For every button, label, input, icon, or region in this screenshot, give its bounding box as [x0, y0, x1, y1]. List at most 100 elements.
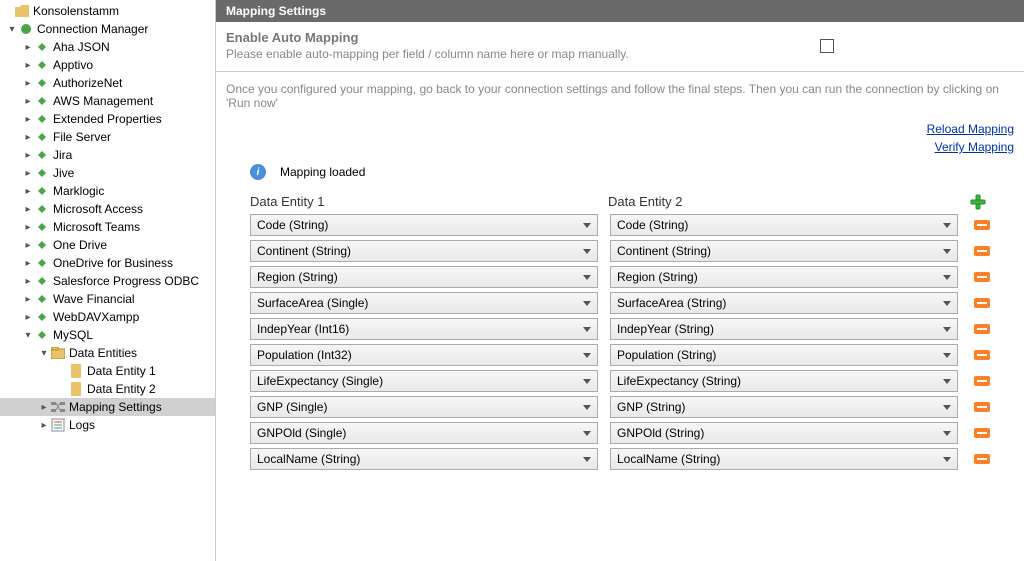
remove-mapping-button[interactable] — [974, 376, 990, 386]
tree-connection-manager[interactable]: Connection Manager — [0, 20, 215, 38]
plug-icon — [34, 147, 50, 163]
sidebar-item[interactable]: Wave Financial — [0, 290, 215, 308]
sidebar-tree[interactable]: Konsolenstamm Connection Manager Aha JSO… — [0, 0, 216, 561]
remove-mapping-button[interactable] — [974, 324, 990, 334]
target-field-select[interactable]: LifeExpectancy (String) — [610, 370, 958, 392]
reload-mapping-link[interactable]: Reload Mapping — [927, 122, 1014, 136]
remove-mapping-button[interactable] — [974, 402, 990, 412]
info-icon: i — [250, 164, 266, 180]
remove-mapping-button[interactable] — [974, 454, 990, 464]
sidebar-item[interactable]: Marklogic — [0, 182, 215, 200]
chevron-right-icon[interactable] — [22, 114, 34, 125]
chevron-right-icon[interactable] — [22, 150, 34, 161]
tree-data-entities[interactable]: Data Entities — [0, 344, 215, 362]
source-field-select[interactable]: Continent (String) — [250, 240, 598, 262]
source-field-select[interactable]: LocalName (String) — [250, 448, 598, 470]
chevron-right-icon[interactable] — [22, 276, 34, 287]
sidebar-item[interactable]: File Server — [0, 128, 215, 146]
tree-entity-1[interactable]: Data Entity 1 — [0, 362, 215, 380]
chevron-right-icon[interactable] — [38, 402, 50, 413]
sidebar-item[interactable]: Apptivo — [0, 56, 215, 74]
chevron-down-icon[interactable] — [6, 24, 18, 35]
target-field-select[interactable]: Population (String) — [610, 344, 958, 366]
sidebar-item[interactable]: One Drive — [0, 236, 215, 254]
target-field-select[interactable]: Code (String) — [610, 214, 958, 236]
tree-label: AuthorizeNet — [53, 76, 122, 90]
target-field-select[interactable]: Continent (String) — [610, 240, 958, 262]
remove-mapping-button[interactable] — [974, 220, 990, 230]
sidebar-item[interactable]: Jira — [0, 146, 215, 164]
sidebar-item[interactable]: Salesforce Progress ODBC — [0, 272, 215, 290]
plug-icon — [34, 183, 50, 199]
sidebar-item[interactable]: Aha JSON — [0, 38, 215, 56]
chevron-right-icon[interactable] — [22, 96, 34, 107]
target-field-select[interactable]: LocalName (String) — [610, 448, 958, 470]
source-field-select[interactable]: Region (String) — [250, 266, 598, 288]
tree-root[interactable]: Konsolenstamm — [0, 2, 215, 20]
folder-icon — [14, 3, 30, 19]
auto-mapping-checkbox[interactable] — [820, 39, 834, 53]
sidebar-item[interactable]: Microsoft Access — [0, 200, 215, 218]
sidebar-item[interactable]: WebDAVXampp — [0, 308, 215, 326]
chevron-right-icon[interactable] — [22, 42, 34, 53]
mapping-icon — [50, 399, 66, 415]
target-field-select[interactable]: SurfaceArea (String) — [610, 292, 958, 314]
tree-logs[interactable]: Logs — [0, 416, 215, 434]
remove-mapping-button[interactable] — [974, 272, 990, 282]
tree-entity-2[interactable]: Data Entity 2 — [0, 380, 215, 398]
chevron-right-icon[interactable] — [22, 294, 34, 305]
tree-mapping-settings[interactable]: Mapping Settings — [0, 398, 215, 416]
sidebar-item[interactable]: AWS Management — [0, 92, 215, 110]
remove-mapping-button[interactable] — [974, 350, 990, 360]
source-field-select[interactable]: GNP (Single) — [250, 396, 598, 418]
mapping-row: Population (Int32) Population (String) — [250, 344, 990, 366]
source-field-select[interactable]: LifeExpectancy (Single) — [250, 370, 598, 392]
chevron-down-icon[interactable] — [38, 348, 50, 359]
select-value: LocalName (String) — [257, 452, 360, 466]
verify-mapping-link[interactable]: Verify Mapping — [935, 140, 1014, 154]
tree-mysql[interactable]: MySQL — [0, 326, 215, 344]
source-field-select[interactable]: Population (Int32) — [250, 344, 598, 366]
chevron-down-icon[interactable] — [22, 330, 34, 341]
sidebar-item[interactable]: Microsoft Teams — [0, 218, 215, 236]
sidebar-item[interactable]: Jive — [0, 164, 215, 182]
sidebar-item[interactable]: AuthorizeNet — [0, 74, 215, 92]
chevron-right-icon[interactable] — [22, 240, 34, 251]
db-folder-icon — [50, 345, 66, 361]
add-mapping-icon[interactable] — [970, 194, 986, 210]
select-value: LocalName (String) — [617, 452, 720, 466]
select-value: Population (Int32) — [257, 348, 352, 362]
source-field-select[interactable]: GNPOld (Single) — [250, 422, 598, 444]
entity-icon — [68, 363, 84, 379]
chevron-right-icon[interactable] — [22, 60, 34, 71]
remove-mapping-button[interactable] — [974, 298, 990, 308]
chevron-right-icon[interactable] — [22, 168, 34, 179]
remove-mapping-button[interactable] — [974, 428, 990, 438]
chevron-right-icon[interactable] — [22, 222, 34, 233]
sidebar-item[interactable]: OneDrive for Business — [0, 254, 215, 272]
source-field-select[interactable]: IndepYear (Int16) — [250, 318, 598, 340]
plug-icon — [34, 39, 50, 55]
plug-icon — [34, 255, 50, 271]
chevron-right-icon[interactable] — [22, 204, 34, 215]
chevron-right-icon[interactable] — [22, 132, 34, 143]
select-value: SurfaceArea (Single) — [257, 296, 368, 310]
target-field-select[interactable]: GNPOld (String) — [610, 422, 958, 444]
panel-title: Mapping Settings — [216, 0, 1024, 22]
plug-icon — [34, 57, 50, 73]
source-field-select[interactable]: Code (String) — [250, 214, 598, 236]
chevron-right-icon[interactable] — [22, 312, 34, 323]
plug-icon — [34, 201, 50, 217]
chevron-right-icon[interactable] — [22, 258, 34, 269]
target-field-select[interactable]: GNP (String) — [610, 396, 958, 418]
target-field-select[interactable]: Region (String) — [610, 266, 958, 288]
chevron-right-icon[interactable] — [38, 420, 50, 431]
tree-label: Data Entities — [69, 346, 137, 360]
select-value: Code (String) — [257, 218, 328, 232]
sidebar-item[interactable]: Extended Properties — [0, 110, 215, 128]
target-field-select[interactable]: IndepYear (String) — [610, 318, 958, 340]
remove-mapping-button[interactable] — [974, 246, 990, 256]
source-field-select[interactable]: SurfaceArea (Single) — [250, 292, 598, 314]
chevron-right-icon[interactable] — [22, 186, 34, 197]
chevron-right-icon[interactable] — [22, 78, 34, 89]
